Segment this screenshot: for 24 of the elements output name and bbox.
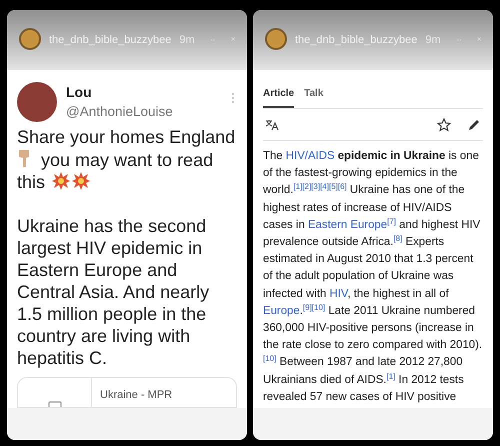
edit-icon[interactable] [467, 118, 481, 132]
article-link[interactable]: HIV [329, 288, 348, 300]
user-handle: @AnthonieLouise [66, 103, 174, 121]
article-tab[interactable]: Article [263, 84, 294, 108]
tweet-text: Ukraine has the second largest HIV epidemic in Eastern Europe and Central Asia. And nearly 1.5 million people in the country are living with hepatitis C. [17, 215, 210, 369]
profile-avatar[interactable] [17, 82, 57, 122]
display-name: Lou [66, 83, 93, 102]
tweet-text: Share your homes England [17, 127, 236, 147]
article-tab[interactable]: Talk [304, 84, 324, 108]
tweet-text: this [17, 172, 46, 192]
more-icon[interactable] [231, 92, 235, 104]
burst-icon [72, 172, 90, 190]
star-icon[interactable] [437, 118, 451, 132]
tweet-text: you may want to read [41, 150, 214, 170]
article-paragraph: The HIV/AIDS epidemic in Ukraine is one of the fastest-growing epidemics in the world.$^{[1][2][3][4][5][6]}$ Ukraine has one of the highest rates of increase of HIV/AIDS cases in Eastern Europe$^{[7]}$ and highest HIV prevalence outside Africa.$^{[8]}$ Experts estimated in August 2010 that 1.3 percent of the adult population of Ukraine was infected with HIV, the highest in all of Europe.$^{[9][10]}$ Late 2011 Ukraine numbered 360,000 HIV-positive persons (increase in the rate close to zero compared with 2010).$^{[10]}$ Between 1987 and late 2012 27,800 Ukrainians died of AIDS.$^{[1]}$ In 2012 tests revealed 57 new cases of HIV positive [263, 149, 483, 405]
article-link[interactable]: Eastern Europe [308, 218, 388, 231]
avatar[interactable] [19, 28, 41, 50]
document-icon [48, 401, 62, 407]
article-link[interactable]: HIV/AIDS [286, 150, 335, 162]
link-title: Ukraine - MPR [100, 388, 172, 403]
translate-icon[interactable] [265, 118, 279, 130]
burst-icon [52, 172, 70, 190]
article-link[interactable]: Europe [263, 304, 300, 317]
avatar[interactable] [265, 28, 287, 50]
